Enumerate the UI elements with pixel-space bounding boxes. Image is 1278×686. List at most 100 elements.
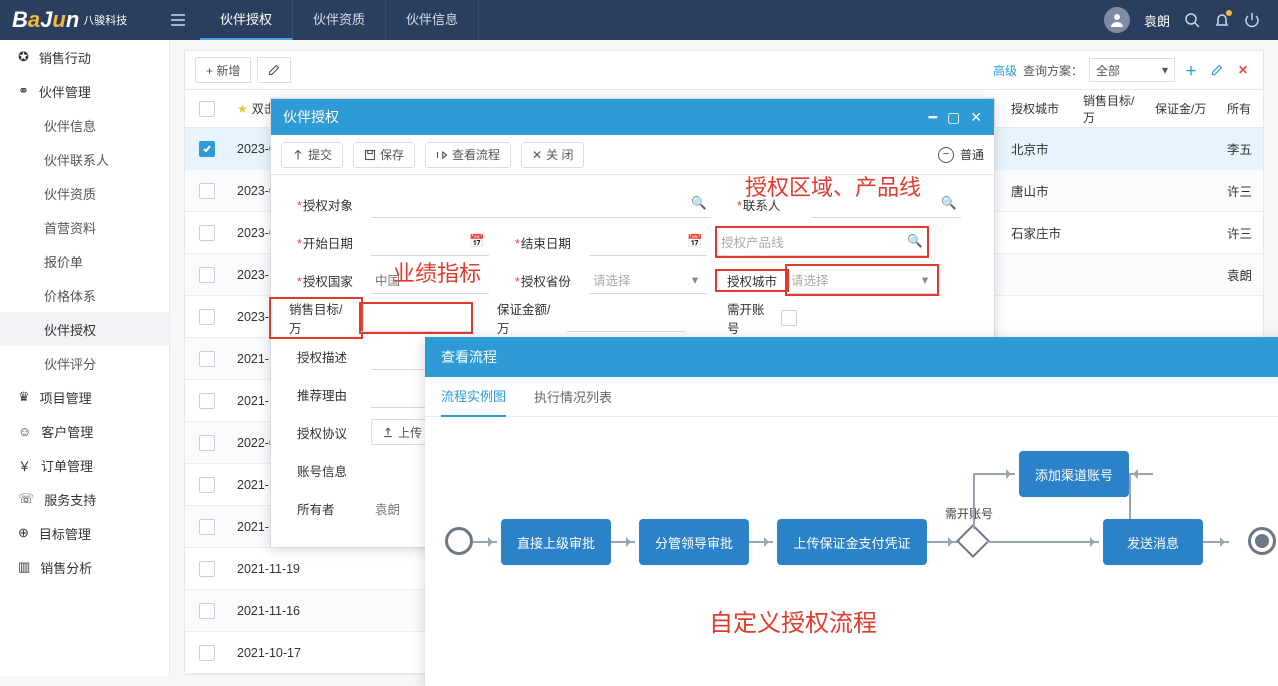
minimize-icon[interactable]: ━ <box>929 109 937 126</box>
country-input[interactable]: 中国 <box>371 266 489 294</box>
row-checkbox[interactable] <box>199 225 215 241</box>
nav-partner-contact[interactable]: 伙伴联系人 <box>0 142 169 176</box>
auth-target-input[interactable]: 🔍 <box>371 190 711 218</box>
nav-order[interactable]: ￥订单管理 <box>0 448 169 482</box>
cell-city: 北京市 <box>1003 128 1075 169</box>
row-checkbox[interactable] <box>199 435 215 451</box>
row-checkbox[interactable] <box>199 267 215 283</box>
plus-icon[interactable]: ＋ <box>1181 60 1201 80</box>
power-icon[interactable] <box>1244 12 1260 28</box>
nav-partner-score[interactable]: 伙伴评分 <box>0 346 169 380</box>
row-checkbox[interactable] <box>199 645 215 661</box>
cell-city: 唐山市 <box>1003 170 1075 211</box>
row-checkbox[interactable] <box>199 351 215 367</box>
row-checkbox[interactable] <box>199 309 215 325</box>
chevron-down-icon: ▾ <box>687 272 703 288</box>
search-icon[interactable]: 🔍 <box>907 234 923 250</box>
avatar[interactable] <box>1104 7 1130 33</box>
nav-goal[interactable]: ⊕目标管理 <box>0 516 169 550</box>
flow-node-4[interactable]: 添加渠道账号 <box>1019 451 1129 497</box>
product-line-input[interactable]: 授权产品线🔍 <box>717 228 927 256</box>
flow-tabs: 流程实例图 执行情况列表 <box>425 377 1278 417</box>
sales-target-input[interactable] <box>361 304 471 332</box>
select-all-checkbox[interactable] <box>199 101 215 117</box>
row-checkbox[interactable] <box>199 141 215 157</box>
save-button[interactable]: 保存 <box>353 142 415 168</box>
cell-city: 石家庄市 <box>1003 212 1075 253</box>
close-button[interactable]: ✕ 关 闭 <box>521 142 584 168</box>
menu-toggle-icon[interactable] <box>170 12 186 28</box>
cell-city <box>1003 254 1075 295</box>
row-checkbox[interactable] <box>199 183 215 199</box>
people-icon: ⚭ <box>18 83 29 99</box>
view-flow-button[interactable]: 查看流程 <box>425 142 511 168</box>
nav-partner-mgmt[interactable]: ⚭伙伴管理 <box>0 74 169 108</box>
row-checkbox[interactable] <box>199 393 215 409</box>
col-owner[interactable]: 所有 <box>1219 90 1263 127</box>
annotation-flow: 自定义授权流程 <box>709 603 877 638</box>
tab-partner-auth[interactable]: 伙伴授权 <box>200 0 293 40</box>
row-checkbox[interactable] <box>199 477 215 493</box>
calendar-icon[interactable]: 📅 <box>469 234 485 250</box>
advanced-link[interactable]: 高级 <box>993 62 1017 79</box>
nav-partner-qual[interactable]: 伙伴资质 <box>0 176 169 210</box>
tab-partner-qual[interactable]: 伙伴资质 <box>293 0 386 40</box>
province-select[interactable]: 请选择▾ <box>589 266 707 294</box>
cell-city <box>1003 296 1075 337</box>
nav-partner-info[interactable]: 伙伴信息 <box>0 108 169 142</box>
delete-icon[interactable]: ✕ <box>1233 60 1253 80</box>
pencil-icon[interactable] <box>1207 60 1227 80</box>
nav-first-material[interactable]: 首营资料 <box>0 210 169 244</box>
add-button[interactable]: + 新增 <box>195 57 251 83</box>
flow-node-3[interactable]: 上传保证金支付凭证 <box>777 519 927 565</box>
bell-icon[interactable] <box>1214 12 1230 28</box>
end-date-input[interactable]: 📅 <box>589 228 707 256</box>
flow-node-2[interactable]: 分管领导审批 <box>639 519 749 565</box>
contact-input[interactable]: 🔍 <box>811 190 961 218</box>
upload-button[interactable]: 上传 <box>371 419 433 445</box>
scheme-label: 查询方案： <box>1023 62 1083 79</box>
chevron-down-icon: ▾ <box>917 272 933 288</box>
submit-button[interactable]: 提交 <box>281 142 343 168</box>
search-icon[interactable]: 🔍 <box>941 196 957 212</box>
deposit-input[interactable] <box>567 304 685 332</box>
maximize-icon[interactable]: ▢ <box>947 109 960 126</box>
cell-owner: 许三 <box>1219 170 1263 211</box>
flow-tab-graph[interactable]: 流程实例图 <box>441 377 506 417</box>
badge-icon: ♛ <box>18 389 30 405</box>
record-type-tag[interactable]: − 普通 <box>938 146 984 163</box>
chevron-down-icon: ▾ <box>1162 63 1168 77</box>
row-checkbox[interactable] <box>199 561 215 577</box>
col-target[interactable]: 销售目标/万 <box>1075 90 1147 127</box>
nav-service[interactable]: ☏服务支持 <box>0 482 169 516</box>
nav-price[interactable]: 价格体系 <box>0 278 169 312</box>
nav-project[interactable]: ♛项目管理 <box>0 380 169 414</box>
calendar-icon[interactable]: 📅 <box>687 234 703 250</box>
col-deposit[interactable]: 保证金/万 <box>1147 90 1219 127</box>
nav-partner-auth[interactable]: 伙伴授权 <box>0 312 169 346</box>
close-icon[interactable]: ✕ <box>970 109 982 126</box>
search-icon[interactable] <box>1184 12 1200 28</box>
nav-customer[interactable]: ☺客户管理 <box>0 414 169 448</box>
edit-button[interactable] <box>257 57 291 83</box>
row-checkbox[interactable] <box>199 519 215 535</box>
flow-diagram: 直接上级审批 分管领导审批 上传保证金支付凭证 需开账号 添加渠道账号 发送消息… <box>425 417 1278 677</box>
nav-quote[interactable]: 报价单 <box>0 244 169 278</box>
need-account-checkbox[interactable] <box>781 310 797 326</box>
scheme-select[interactable]: 全部▾ <box>1089 58 1175 82</box>
flow-gateway <box>956 524 990 558</box>
nav-sales-action[interactable]: ✪销售行动 <box>0 40 169 74</box>
tab-partner-info[interactable]: 伙伴信息 <box>386 0 479 40</box>
flow-tab-list[interactable]: 执行情况列表 <box>534 377 612 417</box>
col-city[interactable]: 授权城市 <box>1003 90 1075 127</box>
search-icon[interactable]: 🔍 <box>691 196 707 212</box>
content: + 新增 高级 查询方案： 全部▾ ＋ ✕ ★双击日期 授权城市 销售目标/万 … <box>170 40 1278 676</box>
row-checkbox[interactable] <box>199 603 215 619</box>
flow-node-1[interactable]: 直接上级审批 <box>501 519 611 565</box>
flow-node-5[interactable]: 发送消息 <box>1103 519 1203 565</box>
start-date-input[interactable]: 📅 <box>371 228 489 256</box>
nav-analysis[interactable]: ▥销售分析 <box>0 550 169 584</box>
modal-actions: 提交 保存 查看流程 ✕ 关 闭 − 普通 <box>271 135 994 175</box>
modal-title-bar[interactable]: 伙伴授权 ━ ▢ ✕ <box>271 99 994 135</box>
city-select[interactable]: 请选择▾ <box>787 266 937 294</box>
